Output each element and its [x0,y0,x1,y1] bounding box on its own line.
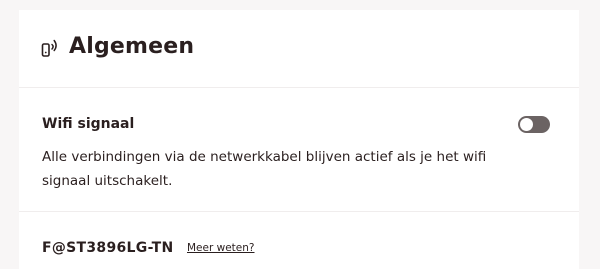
router-icon [41,38,59,58]
section-header: Algemeen [19,10,579,88]
toggle-knob [520,118,533,131]
wifi-setting-title: Wifi signaal [42,116,135,132]
page-title: Algemeen [69,34,195,59]
settings-card: Algemeen Wifi signaal Alle verbindingen … [19,10,579,269]
wifi-toggle[interactable] [518,116,550,133]
divider [19,211,579,212]
divider [19,87,579,88]
network-name: F@ST3896LG-TN [42,240,174,256]
more-info-link[interactable]: Meer weten? [187,240,255,256]
wifi-setting-description: Alle verbindingen via de netwerkkabel bl… [42,149,487,189]
